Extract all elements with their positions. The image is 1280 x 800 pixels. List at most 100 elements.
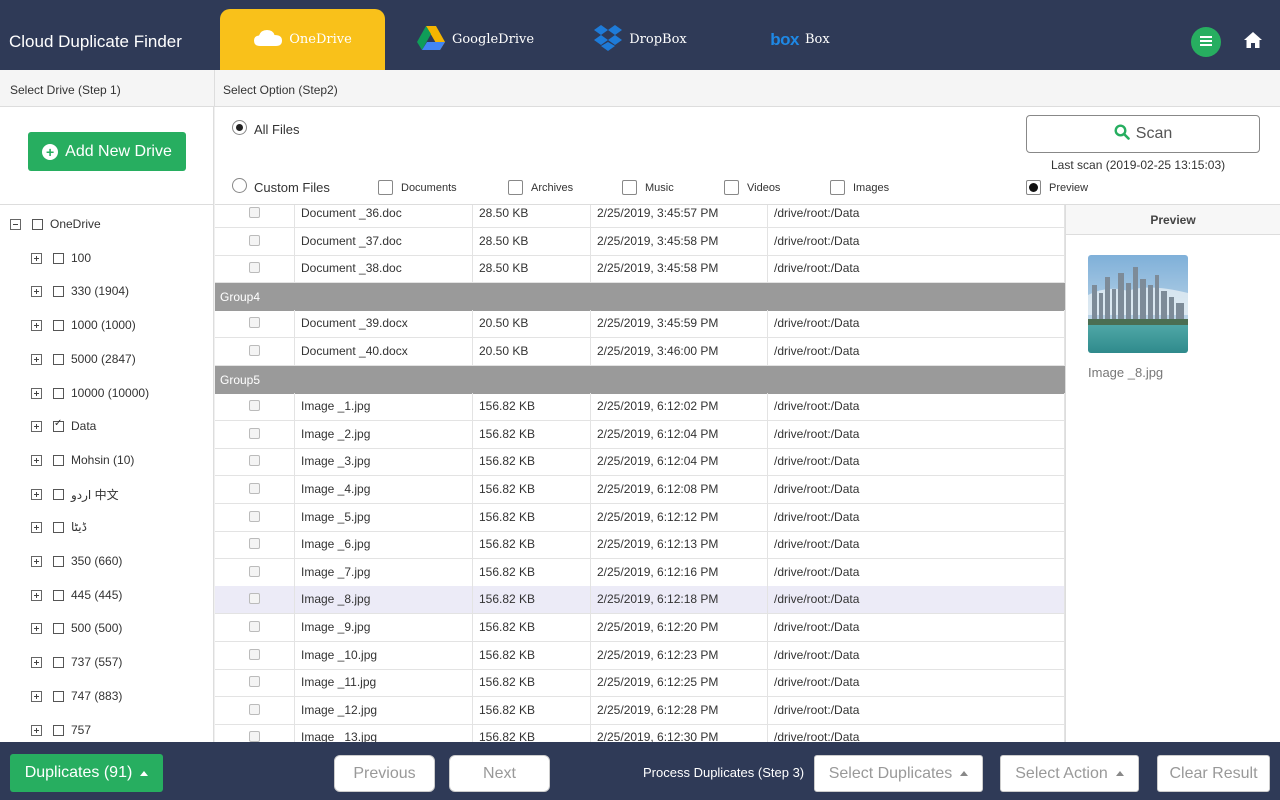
tree-checkbox[interactable] [53, 622, 64, 634]
table-row[interactable]: Image _13.jpg 156.82 KB 2/25/2019, 6:12:30… [215, 724, 1065, 742]
tree-node[interactable]: 757 [31, 720, 91, 740]
row-checkbox[interactable] [249, 731, 260, 742]
all-files-radio[interactable] [232, 120, 247, 135]
row-checkbox[interactable] [249, 428, 260, 439]
expand-icon[interactable] [31, 656, 42, 668]
tree-node[interactable]: 1000 (1000) [31, 315, 136, 335]
tree-checkbox[interactable] [53, 353, 64, 365]
tree-node[interactable]: 10000 (10000) [31, 383, 149, 403]
tree-checkbox[interactable] [53, 656, 64, 668]
expand-icon[interactable] [31, 454, 42, 466]
videos-checkbox[interactable] [724, 180, 739, 195]
menu-button[interactable] [1191, 27, 1221, 57]
expand-icon[interactable] [31, 622, 42, 634]
table-row[interactable]: Image _7.jpg 156.82 KB 2/25/2019, 6:12:16 … [215, 559, 1065, 587]
tree-checkbox[interactable] [53, 252, 64, 264]
tree-node-onedrive[interactable]: OneDrive [10, 214, 101, 234]
previous-button[interactable]: Previous [334, 755, 435, 792]
tree-checkbox[interactable] [53, 555, 64, 567]
table-row[interactable]: Image _4.jpg 156.82 KB 2/25/2019, 6:12:08 … [215, 476, 1065, 504]
tree-checkbox[interactable] [53, 387, 64, 399]
expand-icon[interactable] [31, 690, 42, 702]
expand-icon[interactable] [31, 555, 42, 567]
duplicates-button[interactable]: Duplicates (91) [10, 754, 163, 792]
table-row[interactable]: Image _12.jpg 156.82 KB 2/25/2019, 6:12:28… [215, 697, 1065, 725]
expand-icon[interactable] [31, 252, 42, 264]
tree-node[interactable]: 500 (500) [31, 618, 122, 638]
select-action-button[interactable]: Select Action [1000, 755, 1139, 792]
expand-icon[interactable] [31, 488, 42, 500]
row-checkbox[interactable] [249, 207, 260, 218]
row-checkbox[interactable] [249, 511, 260, 522]
row-checkbox[interactable] [249, 566, 260, 577]
table-row[interactable]: Document _36.doc 28.50 KB 2/25/2019, 3:45:… [215, 205, 1065, 228]
tree-node[interactable]: 445 (445) [31, 585, 122, 605]
row-checkbox[interactable] [249, 621, 260, 632]
table-row[interactable]: Image _10.jpg 156.82 KB 2/25/2019, 6:12:23… [215, 642, 1065, 670]
expand-icon[interactable] [31, 589, 42, 601]
table-row[interactable]: Image _8.jpg 156.82 KB 2/25/2019, 6:12:18 … [215, 586, 1065, 614]
expand-icon[interactable] [31, 387, 42, 399]
tree-node[interactable]: ڈیٹا [31, 517, 87, 537]
collapse-icon[interactable] [10, 218, 21, 230]
table-row[interactable]: Image _2.jpg 156.82 KB 2/25/2019, 6:12:04 … [215, 421, 1065, 449]
tree-checkbox[interactable] [32, 218, 43, 230]
tree-checkbox[interactable] [53, 690, 64, 702]
tree-node[interactable]: 100 [31, 248, 91, 268]
expand-icon[interactable] [31, 420, 42, 432]
tree-node[interactable]: 330 (1904) [31, 281, 129, 301]
add-new-drive-button[interactable]: + Add New Drive [28, 132, 186, 171]
preview-checkbox[interactable] [1026, 180, 1041, 195]
table-row[interactable]: Image _9.jpg 156.82 KB 2/25/2019, 6:12:20 … [215, 614, 1065, 642]
scan-button[interactable]: Scan [1026, 115, 1260, 153]
row-checkbox[interactable] [249, 538, 260, 549]
tab-googledrive[interactable]: GoogleDrive [415, 9, 535, 70]
tree-node[interactable]: Data [31, 416, 96, 436]
custom-files-radio[interactable] [232, 178, 247, 193]
row-checkbox[interactable] [249, 262, 260, 273]
expand-icon[interactable] [31, 353, 42, 365]
tab-onedrive[interactable]: OneDrive [220, 9, 385, 70]
row-checkbox[interactable] [249, 483, 260, 494]
table-row[interactable]: Document _37.doc 28.50 KB 2/25/2019, 3:45:… [215, 228, 1065, 256]
archives-checkbox[interactable] [508, 180, 523, 195]
tree-checkbox[interactable] [53, 454, 64, 466]
select-duplicates-button[interactable]: Select Duplicates [814, 755, 983, 792]
row-checkbox[interactable] [249, 345, 260, 356]
table-row[interactable]: Image _5.jpg 156.82 KB 2/25/2019, 6:12:12 … [215, 504, 1065, 532]
next-button[interactable]: Next [449, 755, 550, 792]
expand-icon[interactable] [31, 521, 42, 533]
table-row[interactable]: Document _38.doc 28.50 KB 2/25/2019, 3:45:… [215, 255, 1065, 283]
row-checkbox[interactable] [249, 400, 260, 411]
row-checkbox[interactable] [249, 235, 260, 246]
tree-node[interactable]: 350 (660) [31, 551, 122, 571]
table-row[interactable]: Image _6.jpg 156.82 KB 2/25/2019, 6:12:13 … [215, 531, 1065, 559]
images-checkbox[interactable] [830, 180, 845, 195]
expand-icon[interactable] [31, 319, 42, 331]
table-row[interactable]: Document _39.docx 20.50 KB 2/25/2019, 3:45… [215, 310, 1065, 338]
tree-node[interactable]: 747 (883) [31, 686, 122, 706]
expand-icon[interactable] [31, 285, 42, 297]
tree-node[interactable]: اردو 中文 [31, 484, 119, 504]
table-row[interactable]: Document _40.docx 20.50 KB 2/25/2019, 3:46… [215, 338, 1065, 366]
row-checkbox[interactable] [249, 317, 260, 328]
music-checkbox[interactable] [622, 180, 637, 195]
tab-dropbox[interactable]: DropBox [590, 9, 690, 70]
tree-node[interactable]: 5000 (2847) [31, 349, 136, 369]
row-checkbox[interactable] [249, 455, 260, 466]
documents-checkbox[interactable] [378, 180, 393, 195]
tree-checkbox[interactable] [53, 521, 64, 533]
tree-checkbox[interactable] [53, 418, 64, 432]
expand-icon[interactable] [31, 724, 42, 736]
table-row[interactable]: Image _1.jpg 156.82 KB 2/25/2019, 6:12:02 … [215, 393, 1065, 421]
tree-checkbox[interactable] [53, 319, 64, 331]
row-checkbox[interactable] [249, 593, 260, 604]
row-checkbox[interactable] [249, 676, 260, 687]
clear-result-button[interactable]: Clear Result [1157, 755, 1270, 792]
tree-node[interactable]: 737 (557) [31, 652, 122, 672]
row-checkbox[interactable] [249, 704, 260, 715]
tree-checkbox[interactable] [53, 589, 64, 601]
tree-checkbox[interactable] [53, 724, 64, 736]
table-row[interactable]: Image _3.jpg 156.82 KB 2/25/2019, 6:12:04 … [215, 448, 1065, 476]
table-row[interactable]: Image _11.jpg 156.82 KB 2/25/2019, 6:12:25… [215, 669, 1065, 697]
